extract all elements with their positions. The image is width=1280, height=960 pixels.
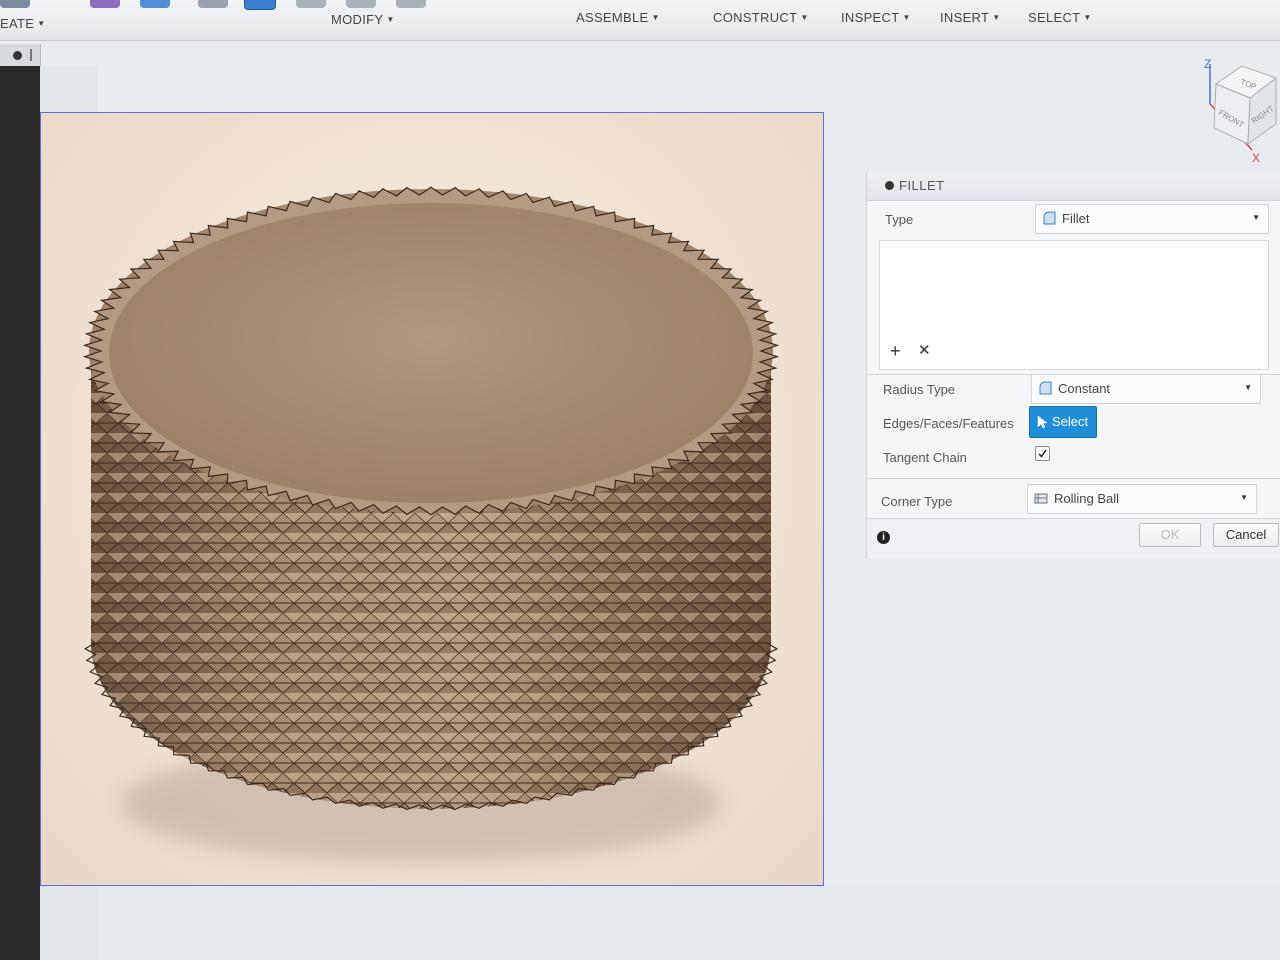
cancel-button[interactable]: Cancel — [1213, 523, 1279, 547]
select-edges-button[interactable]: Select — [1029, 406, 1097, 438]
constant-radius-icon — [1039, 381, 1052, 395]
sketch-tool-icon[interactable] — [90, 0, 120, 8]
menu-insert[interactable]: INSERT ▼ — [940, 10, 1000, 25]
chevron-down-icon: ▼ — [1244, 383, 1252, 392]
canvas-bottom — [98, 884, 1280, 960]
form-tool-icon[interactable] — [140, 0, 170, 8]
radius-type-label: Radius Type — [883, 382, 956, 397]
type-label: Type — [885, 212, 914, 227]
dialog-title: FILLET — [899, 178, 945, 193]
fillet-dialog: FILLET Type Fillet ▼ + ✕ Radius Type Con… — [866, 172, 1280, 559]
pointer-cursor-icon — [1037, 415, 1048, 429]
render-viewport[interactable] — [40, 112, 824, 886]
corner-type-dropdown[interactable]: Rolling Ball ▼ — [1027, 484, 1257, 514]
tangent-chain-checkbox[interactable] — [1035, 446, 1050, 461]
menu-modify[interactable]: MODIFY ▼ — [331, 12, 395, 27]
radius-type-value: Constant — [1058, 381, 1111, 396]
view-cube[interactable]: Z X TOP FRONT RIGHT — [1196, 54, 1280, 165]
collapse-bullet-icon[interactable] — [13, 51, 22, 60]
browser-panel — [0, 66, 40, 960]
chamfer-tool-icon[interactable] — [296, 0, 326, 8]
chevron-down-icon: ▼ — [386, 15, 395, 24]
fillet-tool-icon[interactable] — [244, 0, 276, 10]
chevron-down-icon: ▼ — [902, 13, 911, 22]
top-face-inner — [109, 203, 753, 503]
menu-create[interactable]: EATE ▼ — [0, 16, 45, 31]
top-toolbar: EATE ▼ MODIFY ▼ ASSEMBLE ▼ CONSTRUCT ▼ INSPE… — [0, 0, 1280, 41]
info-icon[interactable]: i — [877, 531, 890, 544]
add-icon[interactable]: + — [890, 341, 901, 362]
pin-icon[interactable] — [30, 49, 32, 61]
type-dropdown[interactable]: Fillet ▼ — [1035, 204, 1269, 234]
menu-inspect[interactable]: INSPECT ▼ — [841, 10, 911, 25]
toolbar-icon-strip — [0, 0, 700, 10]
menu-select[interactable]: SELECT ▼ — [1028, 10, 1092, 25]
radius-type-dropdown[interactable]: Constant ▼ — [1031, 374, 1261, 404]
create-tool-icon[interactable] — [0, 0, 30, 8]
chevron-down-icon: ▼ — [800, 13, 809, 22]
rolling-ball-icon — [1034, 493, 1048, 504]
chevron-down-icon: ▼ — [992, 13, 1001, 22]
chevron-down-icon: ▼ — [1252, 213, 1260, 222]
select-button-label: Select — [1052, 414, 1089, 429]
fillet-dialog-header[interactable]: FILLET — [867, 172, 1280, 201]
browser-tab[interactable] — [0, 44, 41, 66]
edges-faces-features-label: Edges/Faces/Features — [883, 416, 1014, 431]
chevron-down-icon: ▼ — [1240, 493, 1248, 502]
chevron-down-icon: ▼ — [651, 13, 660, 22]
modify-tool-icon[interactable] — [198, 0, 228, 8]
fillet-selection-list[interactable]: + ✕ — [879, 240, 1269, 370]
fillet-icon — [1043, 211, 1056, 225]
type-value: Fillet — [1062, 211, 1090, 226]
collapse-bullet-icon[interactable] — [885, 181, 894, 190]
corner-type-value: Rolling Ball — [1054, 491, 1120, 506]
dialog-footer: i OK Cancel — [867, 518, 1280, 559]
combine-tool-icon[interactable] — [396, 0, 426, 8]
knurled-cylinder-model[interactable] — [41, 113, 823, 885]
remove-icon[interactable]: ✕ — [918, 341, 931, 359]
menu-assemble[interactable]: ASSEMBLE ▼ — [576, 10, 660, 25]
ok-button[interactable]: OK — [1139, 523, 1201, 547]
menu-construct[interactable]: CONSTRUCT ▼ — [713, 10, 809, 25]
chevron-down-icon: ▼ — [1083, 13, 1092, 22]
shell-tool-icon[interactable] — [346, 0, 376, 8]
axis-x-label: X — [1252, 151, 1260, 164]
chevron-down-icon: ▼ — [37, 19, 46, 28]
tangent-chain-label: Tangent Chain — [883, 450, 967, 465]
divider — [867, 478, 1280, 479]
check-icon — [1038, 449, 1047, 458]
axis-z-label: Z — [1204, 57, 1211, 71]
corner-type-label: Corner Type — [881, 494, 953, 509]
